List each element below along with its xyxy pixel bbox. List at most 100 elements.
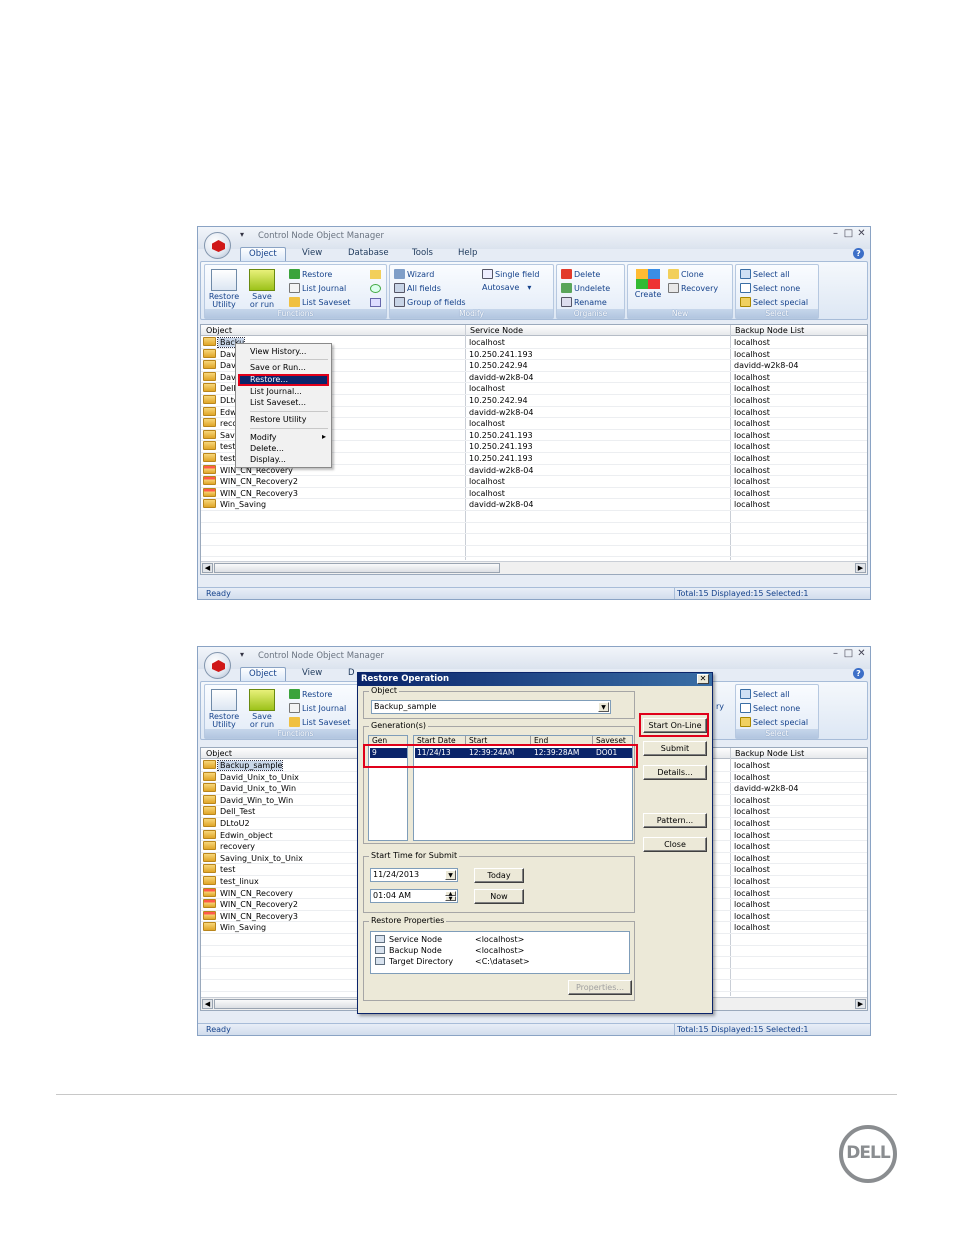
menu-item-modify[interactable]: Modify bbox=[250, 432, 277, 443]
delete-button[interactable]: Delete bbox=[561, 269, 600, 279]
now-button[interactable]: Now bbox=[474, 889, 524, 904]
single-field-button[interactable]: Single field bbox=[482, 269, 539, 279]
pattern-button[interactable]: Pattern... bbox=[643, 813, 707, 828]
property-row: Service Node <localhost> bbox=[375, 934, 524, 945]
menu-item-list-saveset[interactable]: List Saveset... bbox=[250, 397, 306, 408]
scroll-right-icon[interactable]: ▶ bbox=[855, 563, 866, 573]
menu-item-display[interactable]: Display... bbox=[250, 454, 286, 465]
quick-access-menu-icon[interactable]: ▾ bbox=[240, 650, 244, 659]
tab-help[interactable]: Help bbox=[458, 247, 477, 261]
all-fields-button[interactable]: All fields bbox=[394, 283, 441, 293]
quick-access-menu-icon[interactable]: ▾ bbox=[240, 230, 244, 239]
select-special-button[interactable]: Select special bbox=[740, 297, 808, 307]
backup-node-cell: localhost bbox=[734, 488, 770, 498]
tab-view[interactable]: View bbox=[302, 667, 322, 681]
column-header-object[interactable]: Object bbox=[203, 325, 232, 336]
table-row[interactable]: WIN_CN_Recovery2 localhost localhost bbox=[201, 476, 867, 488]
select-all-button[interactable]: Select all bbox=[740, 269, 790, 279]
help-icon[interactable]: ? bbox=[853, 668, 864, 679]
properties-list[interactable]: Service Node <localhost> Backup Node <local… bbox=[370, 931, 630, 974]
restore-utility-button[interactable]: Restore Utility bbox=[208, 269, 240, 309]
backup-node-cell: davidd-w2k8-04 bbox=[734, 784, 799, 794]
dialog-title: Restore Operation bbox=[358, 673, 712, 686]
restore-button[interactable]: Restore bbox=[289, 689, 332, 699]
close-button[interactable]: Close bbox=[643, 837, 707, 852]
select-special-button[interactable]: Select special bbox=[740, 717, 808, 727]
group-of-fields-button[interactable]: Group of fields bbox=[394, 297, 466, 307]
select-none-icon bbox=[740, 703, 751, 713]
select-none-button[interactable]: Select none bbox=[740, 283, 800, 293]
select-none-button[interactable]: Select none bbox=[740, 703, 800, 713]
create-button[interactable]: Create bbox=[631, 269, 665, 299]
properties-button[interactable]: Properties... bbox=[568, 980, 632, 995]
maximize-icon[interactable]: □ bbox=[843, 649, 854, 660]
table-row[interactable]: WIN_CN_Recovery3 localhost localhost bbox=[201, 487, 867, 500]
menu-item-restore-utility[interactable]: Restore Utility bbox=[250, 414, 306, 425]
list-saveset-button[interactable]: List Saveset bbox=[289, 297, 350, 307]
list-journal-button[interactable]: List Journal bbox=[289, 283, 346, 293]
recovery-button[interactable]: Recovery bbox=[668, 283, 718, 293]
folder-icon[interactable] bbox=[370, 270, 381, 279]
maximize-icon[interactable]: □ bbox=[843, 229, 854, 240]
save-or-run-button[interactable]: Save or run bbox=[247, 269, 277, 309]
menu-item-list-journal[interactable]: List Journal... bbox=[250, 386, 302, 397]
history-icon[interactable] bbox=[370, 284, 381, 293]
tab-database[interactable]: D bbox=[348, 667, 355, 681]
horizontal-scrollbar[interactable]: ◀ ▶ bbox=[201, 561, 867, 574]
column-header-backup-node-list[interactable]: Backup Node List bbox=[732, 748, 804, 759]
close-icon[interactable]: ✕ bbox=[856, 649, 867, 660]
menu-item-view-history[interactable]: View History... bbox=[250, 346, 306, 357]
column-header-object[interactable]: Object bbox=[203, 748, 232, 759]
help-icon[interactable]: ? bbox=[853, 248, 864, 259]
clone-button[interactable]: Clone bbox=[668, 269, 704, 279]
group-select: Select all Select none Select special Se… bbox=[735, 684, 819, 739]
chevron-down-icon[interactable]: ▼ bbox=[445, 870, 456, 880]
tab-database[interactable]: Database bbox=[348, 247, 389, 261]
object-select[interactable]: Backup_sample ▼ bbox=[371, 700, 611, 714]
tab-view[interactable]: View bbox=[302, 247, 322, 261]
restore-utility-button[interactable]: Restore Utility bbox=[208, 689, 240, 729]
minimize-icon[interactable]: – bbox=[830, 229, 841, 240]
app-orb-button[interactable] bbox=[204, 652, 231, 679]
list-journal-button[interactable]: List Journal bbox=[289, 703, 346, 713]
select-all-button[interactable]: Select all bbox=[740, 689, 790, 699]
save-or-run-button[interactable]: Save or run bbox=[247, 689, 277, 729]
wizard-button[interactable]: Wizard bbox=[394, 269, 434, 279]
spin-down-icon[interactable]: ▼ bbox=[445, 896, 456, 902]
today-button[interactable]: Today bbox=[474, 868, 524, 883]
rename-button[interactable]: Rename bbox=[561, 297, 607, 307]
scroll-left-icon[interactable]: ◀ bbox=[202, 563, 213, 573]
service-node-cell: localhost bbox=[469, 384, 505, 394]
grid-header: Object Service Node Backup Node List bbox=[201, 325, 867, 336]
tab-object[interactable]: Object bbox=[240, 667, 286, 681]
app-orb-button[interactable] bbox=[204, 232, 231, 259]
select-special-icon bbox=[740, 297, 751, 307]
details-button[interactable]: Details... bbox=[643, 765, 707, 780]
export-icon[interactable] bbox=[370, 298, 381, 307]
wizard-icon bbox=[394, 269, 405, 279]
tab-object[interactable]: Object bbox=[240, 247, 286, 261]
status-summary: Total:15 Displayed:15 Selected:1 bbox=[674, 1024, 808, 1035]
chevron-down-icon[interactable]: ▼ bbox=[598, 702, 609, 712]
scroll-right-icon[interactable]: ▶ bbox=[855, 999, 866, 1009]
minimize-icon[interactable]: – bbox=[830, 649, 841, 660]
column-header-backup-node-list[interactable]: Backup Node List bbox=[732, 325, 804, 336]
table-row[interactable]: Win_Saving davidd-w2k8-04 localhost bbox=[201, 499, 867, 511]
close-icon[interactable]: ✕ bbox=[856, 229, 867, 240]
tab-tools[interactable]: Tools bbox=[412, 247, 433, 261]
restore-button[interactable]: Restore bbox=[289, 269, 332, 279]
menu-item-restore[interactable]: Restore... bbox=[250, 374, 288, 385]
dialog-close-icon[interactable]: ✕ bbox=[697, 674, 709, 684]
time-spinner[interactable]: 01:04 AM ▲ ▼ bbox=[370, 889, 458, 903]
scroll-left-icon[interactable]: ◀ bbox=[202, 999, 213, 1009]
submit-button[interactable]: Submit bbox=[643, 741, 707, 756]
undelete-button[interactable]: Undelete bbox=[561, 283, 610, 293]
date-picker[interactable]: 11/24/2013 ▼ bbox=[370, 868, 458, 882]
object-manager-window-2: ▾ Control Node Object Manager – □ ✕ Obje… bbox=[197, 646, 871, 1036]
column-header-service-node[interactable]: Service Node bbox=[467, 325, 523, 336]
menu-item-save-or-run[interactable]: Save or Run... bbox=[250, 362, 306, 373]
autosave-dropdown[interactable]: Autosave ▾ bbox=[482, 283, 531, 292]
menu-item-delete[interactable]: Delete... bbox=[250, 443, 284, 454]
scrollbar-thumb[interactable] bbox=[214, 563, 500, 573]
list-saveset-button[interactable]: List Saveset bbox=[289, 717, 350, 727]
